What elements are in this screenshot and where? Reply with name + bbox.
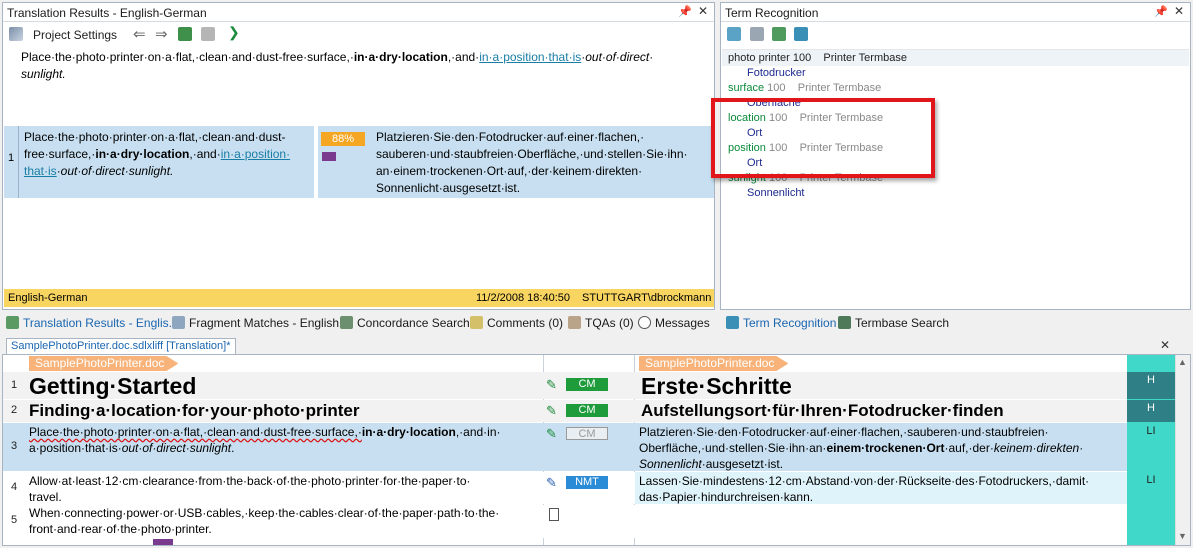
info-icon (638, 316, 651, 329)
translation-results-panel: Translation Results - English-German 📌 ✕… (2, 2, 715, 310)
scroll-down-icon[interactable]: ▼ (1178, 531, 1187, 541)
segment-target[interactable]: Platzieren·Sie·den·Fotodrucker·auf·einer… (639, 424, 1124, 472)
comments-icon (470, 316, 483, 329)
edit-pencil-icon: ✎ (546, 475, 557, 490)
term-entry[interactable]: surface 100 Printer Termbase (728, 82, 881, 94)
match-target: Platzieren·Sie·den·Fotodrucker·auf·einer… (376, 130, 688, 195)
segment-target[interactable] (639, 505, 1124, 537)
match-source: Place·the·photo·printer·on·a·flat,·clean… (24, 130, 291, 178)
tab-termbase-search[interactable]: Termbase Search (838, 312, 949, 334)
structure-tag: LI (1146, 425, 1156, 437)
results-toolbar: Project Settings ⇐ ⇒ ❯ (3, 23, 714, 45)
editor-close-icon[interactable]: ✕ (1160, 338, 1170, 352)
term-translation: Sonnenlicht (747, 187, 805, 199)
term-entry[interactable]: photo printer 100 Printer Termbase (728, 52, 907, 64)
term-list: photo printer 100 Printer Termbase Fotod… (722, 49, 1189, 307)
results-footer: English-German 11/2/2008 18:40:50 STUTTG… (4, 289, 714, 307)
tqa-icon (568, 316, 581, 329)
project-settings-button[interactable]: Project Settings (33, 28, 117, 42)
translation-results-icon (6, 316, 19, 329)
bottom-tabs-right: Term Recognition Termbase Search (720, 312, 1191, 334)
pin-icon[interactable]: 📌 (678, 5, 692, 18)
fragment-matches-icon (172, 316, 185, 329)
forward-arrow-icon[interactable]: ⇒ (155, 25, 168, 43)
term-translation: Fotodrucker (747, 67, 806, 79)
bottom-tabs-left: Translation Results - Englis... Fragment… (2, 312, 715, 334)
file-label-target: SamplePhotoPrinter.doc (639, 356, 789, 371)
segment-row[interactable]: 5 When·connecting·power·or·USB·cables,·k… (3, 505, 1127, 538)
close-icon[interactable]: ✕ (698, 4, 708, 18)
term-recognition-panel: Term Recognition 📌 ✕ photo printer 100 P… (711, 2, 1191, 310)
close-icon[interactable]: ✕ (1174, 4, 1184, 18)
project-settings-icon[interactable] (9, 27, 23, 41)
segment-target[interactable]: Aufstellungsort·für·Ihren·Fotodrucker·fi… (641, 401, 1004, 421)
segment-target[interactable]: Lassen·Sie·mindestens·12·cm·Abstand·von·… (639, 473, 1124, 505)
term-recognition-title: Term Recognition (725, 6, 819, 20)
tools-icon[interactable] (201, 27, 215, 41)
status-badge: CM (566, 404, 608, 417)
add-new-term-icon[interactable] (772, 27, 786, 41)
file-label-source: SamplePhotoPrinter.doc (29, 356, 179, 371)
translation-results-title: Translation Results - English-German (7, 6, 207, 20)
segment-row-active[interactable]: 3 Place·the·photo·printer·on·a·flat,·cle… (3, 423, 1156, 472)
tm-icon (322, 152, 336, 161)
tab-translation-results[interactable]: Translation Results - Englis... (6, 312, 179, 334)
termbase-search-icon (838, 316, 851, 329)
editor-doc-tab[interactable]: SamplePhotoPrinter.doc.sdlxliff [Transla… (6, 338, 236, 354)
term-toolbar (721, 23, 1190, 45)
tab-comments[interactable]: Comments (0) (470, 312, 563, 334)
segment-source: Place·the·photo·printer·on·a·flat,·clean… (29, 425, 501, 455)
document-icon (549, 508, 559, 521)
edit-pencil-icon: ✎ (546, 426, 557, 441)
concordance-icon (340, 316, 353, 329)
tab-term-recognition[interactable]: Term Recognition (726, 312, 836, 334)
segment-source: Getting·Started (29, 373, 197, 399)
edit-pencil-icon: ✎ (546, 377, 557, 392)
source-preview: Place·the·photo·printer·on·a·flat,·clean… (21, 50, 654, 81)
term-view-icon[interactable] (727, 27, 741, 41)
edit-pencil-icon: ✎ (546, 403, 557, 418)
match-score-badge: 88% (321, 132, 365, 146)
match-row[interactable]: 1 Place·the·photo·printer·on·a·flat,·cle… (4, 126, 714, 198)
panel-title: Translation Results - English-German 📌 ✕ (3, 3, 714, 22)
structure-tag: LI (1146, 474, 1156, 486)
status-badge: CM (566, 427, 608, 440)
structure-tag: H (1127, 372, 1175, 399)
segment-source: When·connecting·power·or·USB·cables,·kee… (29, 506, 500, 536)
tab-fragment-matches[interactable]: Fragment Matches - English... (172, 312, 349, 334)
segment-row[interactable]: 1 Getting·Started ✎ CM Erste·Schritte H (3, 372, 1175, 400)
pin-icon[interactable]: 📌 (1154, 5, 1168, 18)
structure-tag: H (1127, 400, 1175, 422)
tab-tqas[interactable]: TQAs (0) (568, 312, 634, 334)
panel-title: Term Recognition 📌 ✕ (721, 3, 1190, 22)
back-arrow-icon[interactable]: ⇐ (133, 25, 146, 43)
termbase-settings-icon[interactable] (794, 27, 808, 41)
segment-row[interactable]: 2 Finding·a·location·for·your·photo·prin… (3, 400, 1175, 422)
segment-target[interactable]: Erste·Schritte (641, 373, 792, 400)
editor-grid: ▲ ▼ SamplePhotoPrinter.doc SamplePhotoPr… (2, 354, 1191, 546)
status-badge: NMT (566, 476, 608, 489)
segment-source: Finding·a·location·for·your·photo·printe… (29, 401, 360, 420)
segment-source: Allow·at·least·12·cm·clearance·from·the·… (29, 474, 471, 504)
play-icon[interactable]: ❯ (228, 24, 240, 41)
match-row-number: 1 (7, 152, 15, 164)
segment-row[interactable]: 4 Allow·at·least·12·cm·clearance·from·th… (3, 472, 1156, 505)
tab-concordance-search[interactable]: Concordance Search (340, 312, 470, 334)
tab-messages[interactable]: Messages (638, 312, 710, 334)
term-recognition-icon (726, 316, 739, 329)
add-term-icon[interactable] (750, 27, 764, 41)
highlight-box (711, 98, 935, 178)
apply-translation-icon[interactable] (178, 27, 192, 41)
document-tab-label: SamplePhotoPrinter.doc.sdlxliff [Transla… (11, 340, 231, 352)
status-badge: CM (566, 378, 608, 391)
scroll-up-icon[interactable]: ▲ (1178, 357, 1187, 367)
